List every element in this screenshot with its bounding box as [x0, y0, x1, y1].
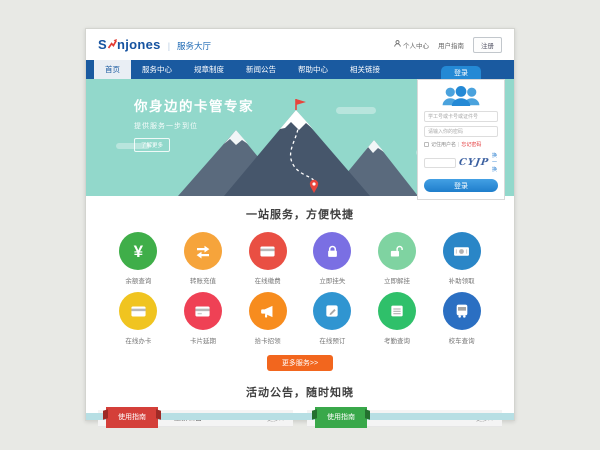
service-balance-inquiry[interactable]: ¥ 余额查询: [106, 232, 171, 285]
users-icon: [438, 85, 484, 107]
banknote-icon: [453, 243, 470, 260]
service-cancel-loss[interactable]: 立即解挂: [365, 232, 430, 285]
site-header: S njones | 服务大厅 个人中心 用户指南 注册: [86, 29, 514, 60]
services-title: 一站服务，方便快捷: [86, 206, 514, 222]
card-icon: [130, 303, 147, 320]
logo: S njones | 服务大厅: [98, 36, 211, 54]
captcha-input[interactable]: [424, 158, 456, 168]
login-options: 记住用户名 | 忘记密码: [424, 141, 498, 148]
megaphone-icon: [259, 303, 276, 320]
services-section: 一站服务，方便快捷 ¥ 余额查询 转账充值: [86, 196, 514, 371]
service-online-card-apply[interactable]: 在线办卡: [106, 292, 171, 345]
hero-cta-button[interactable]: 了解更多: [134, 138, 170, 152]
card-icon: [194, 303, 211, 320]
brand-text-rest: njones: [117, 37, 161, 52]
tab-usage-guide-left[interactable]: 使用指南: [106, 407, 158, 428]
register-button[interactable]: 注册: [473, 37, 502, 53]
captcha-image[interactable]: CYJP: [458, 157, 490, 168]
service-school-bus-inquiry[interactable]: 校车查询: [429, 292, 494, 345]
login-panel: 登录 记住用户名 | 忘记密码 CYJP 换一换: [417, 66, 505, 200]
service-report-loss[interactable]: 立即挂失: [300, 232, 365, 285]
login-submit-button[interactable]: 登录: [424, 179, 498, 192]
nav-item-rules[interactable]: 规章制度: [183, 60, 235, 79]
service-transfer-recharge[interactable]: 转账充值: [171, 232, 236, 285]
remember-checkbox[interactable]: [424, 142, 429, 147]
nav-item-links[interactable]: 相关链接: [339, 60, 391, 79]
password-input[interactable]: [424, 126, 498, 137]
transfer-icon: [194, 242, 212, 260]
bus-icon: [454, 303, 470, 319]
captcha-refresh-link[interactable]: 换一换: [492, 152, 498, 173]
login-tab[interactable]: 登录: [441, 66, 481, 79]
username-input[interactable]: [424, 111, 498, 122]
hero-title: 你身边的卡管专家: [134, 95, 254, 115]
portal-name: 服务大厅: [177, 40, 211, 52]
hero-banner: 你身边的卡管专家 提供服务一步到位 了解更多 登录 记住用户名 | 忘记密码: [86, 79, 514, 196]
service-lost-card-claim[interactable]: 拾卡招领: [235, 292, 300, 345]
nav-item-service-center[interactable]: 服务中心: [131, 60, 183, 79]
nav-item-home[interactable]: 首页: [94, 60, 131, 79]
nav-item-help[interactable]: 帮助中心: [287, 60, 339, 79]
card-icon: [259, 243, 276, 260]
announcements-section: 活动公告，随时知晓 使用指南 最新公告 更多>> 使用指南 更多>>: [86, 384, 514, 427]
brand-text-s: S: [98, 37, 107, 52]
tab-usage-guide-right[interactable]: 使用指南: [315, 407, 367, 428]
header-right: 个人中心 用户指南 注册: [394, 37, 502, 53]
list-icon: [389, 303, 405, 319]
service-online-payment[interactable]: 在线缴费: [235, 232, 300, 285]
announcements-title: 活动公告，随时知晓: [86, 384, 514, 400]
service-subsidy-collect[interactable]: 补助领取: [429, 232, 494, 285]
options-separator: |: [458, 142, 459, 148]
user-guide-label: 用户指南: [438, 40, 464, 50]
hero-copy: 你身边的卡管专家 提供服务一步到位 了解更多: [134, 95, 254, 152]
forgot-password-link[interactable]: 忘记密码: [461, 141, 481, 148]
logo-arrow-icon: [108, 36, 117, 54]
login-card: 记住用户名 | 忘记密码 CYJP 换一换 登录: [417, 79, 505, 200]
unlock-icon: [389, 244, 404, 259]
personal-center-link[interactable]: 个人中心: [394, 40, 429, 50]
yuan-icon: ¥: [134, 243, 143, 260]
service-online-booking[interactable]: 在线预订: [300, 292, 365, 345]
page: S njones | 服务大厅 个人中心 用户指南 注册 首页 服务中心 规章制…: [85, 28, 515, 421]
hero-subtitle: 提供服务一步到位: [134, 121, 254, 131]
user-guide-link[interactable]: 用户指南: [438, 40, 464, 50]
header-divider: |: [168, 41, 170, 51]
edit-icon: [324, 303, 340, 319]
service-attendance-inquiry[interactable]: 考勤查询: [365, 292, 430, 345]
service-card-extension[interactable]: 卡片延期: [171, 292, 236, 345]
flag-icon: [296, 99, 306, 105]
user-icon: [394, 40, 401, 49]
services-grid: ¥ 余额查询 转账充值: [86, 232, 514, 345]
captcha-row: CYJP 换一换: [424, 152, 498, 173]
remember-label: 记住用户名: [431, 141, 456, 148]
lock-icon: [325, 244, 340, 259]
nav-item-news[interactable]: 新闻公告: [235, 60, 287, 79]
personal-center-label: 个人中心: [403, 40, 429, 50]
more-services-button[interactable]: 更多服务>>: [267, 355, 333, 371]
